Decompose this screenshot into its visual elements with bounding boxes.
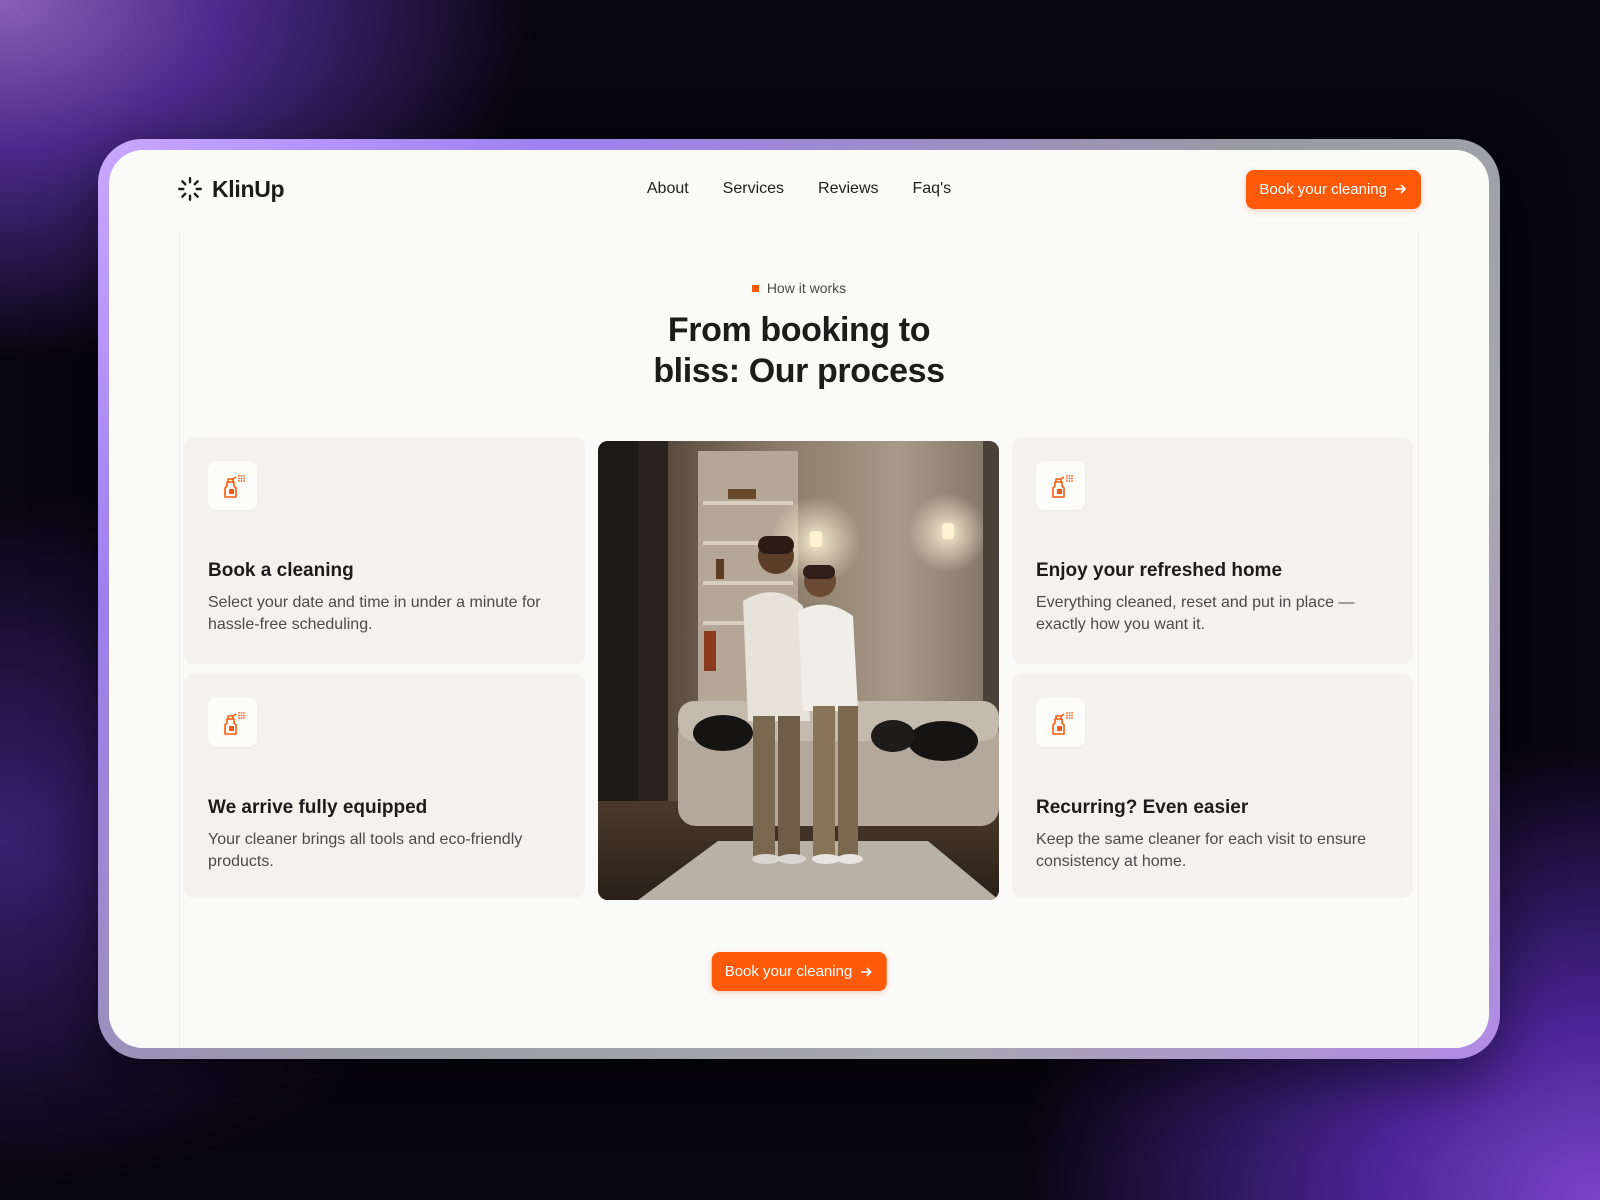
step-desc: Your cleaner brings all tools and eco-fr… (208, 831, 523, 870)
spray-bottle-icon (1036, 698, 1085, 747)
bottom-cta-wrapper: Book your cleaning (711, 952, 887, 991)
arrow-right-icon (1395, 184, 1406, 194)
headline-line-2: bliss: Our process (653, 352, 945, 390)
spray-bottle-icon (208, 698, 257, 747)
nav-link-about[interactable]: About (647, 180, 689, 198)
eyebrow-label: How it works (766, 280, 847, 296)
eyebrow-square-icon (751, 284, 759, 292)
step-card-recurring: Recurring? Even easier Keep the same cle… (1012, 674, 1413, 898)
couple-living-room-photo (598, 441, 999, 900)
step-title: Book a cleaning (208, 560, 354, 581)
nav-links: About Services Reviews Faq's (647, 180, 951, 198)
step-desc: Everything cleaned, reset and put in pla… (1036, 594, 1355, 633)
top-nav: KlinUp About Services Reviews Faq's Book… (109, 150, 1489, 228)
process-grid: Book a cleaning Select your date and tim… (184, 437, 1414, 900)
step-desc: Select your date and time in under a min… (208, 594, 541, 633)
section-eyebrow: How it works (109, 280, 1489, 296)
step-card-book: Book a cleaning Select your date and tim… (184, 437, 585, 664)
section-headline: From booking to bliss: Our process (109, 310, 1489, 392)
browser-screen: KlinUp About Services Reviews Faq's Book… (109, 150, 1489, 1048)
nav-link-services[interactable]: Services (723, 180, 784, 198)
headline-line-1: From booking to (667, 311, 931, 349)
step-desc: Keep the same cleaner for each visit to … (1036, 831, 1366, 870)
spray-bottle-icon (208, 461, 257, 510)
step-title: Recurring? Even easier (1036, 797, 1249, 818)
book-cleaning-bottom-button[interactable]: Book your cleaning (711, 952, 887, 991)
step-card-equipped: We arrive fully equipped Your cleaner br… (184, 674, 585, 898)
book-cleaning-nav-label: Book your cleaning (1259, 180, 1387, 198)
step-card-enjoy: Enjoy your refreshed home Everything cle… (1012, 437, 1413, 664)
device-frame: KlinUp About Services Reviews Faq's Book… (98, 139, 1500, 1059)
spray-bottle-icon (1036, 461, 1085, 510)
nav-link-faqs[interactable]: Faq's (913, 180, 952, 198)
logo[interactable]: KlinUp (177, 175, 285, 203)
arrow-right-icon (860, 967, 872, 976)
book-cleaning-nav-button[interactable]: Book your cleaning (1246, 169, 1421, 209)
step-title: We arrive fully equipped (208, 797, 428, 818)
nav-link-reviews[interactable]: Reviews (818, 180, 878, 198)
logo-burst-icon (178, 177, 202, 201)
book-cleaning-bottom-label: Book your cleaning (724, 963, 853, 980)
logo-text: KlinUp (212, 175, 285, 202)
step-title: Enjoy your refreshed home (1036, 560, 1283, 581)
